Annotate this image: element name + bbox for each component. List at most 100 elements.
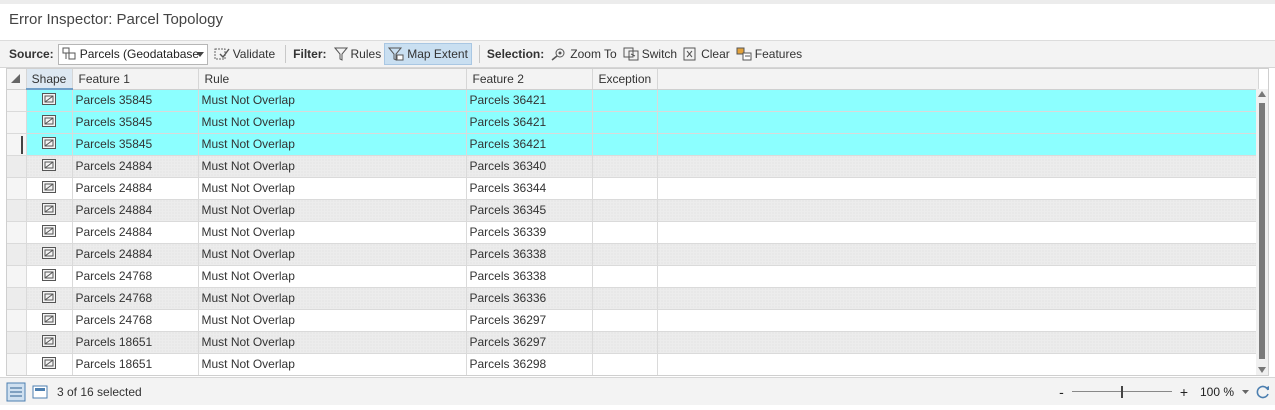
- feature-1-cell[interactable]: Parcels 24884: [72, 221, 199, 244]
- feature-1-cell[interactable]: Parcels 18651: [72, 331, 199, 354]
- column-header-feature-1[interactable]: Feature 1: [72, 69, 199, 90]
- clear-button[interactable]: Clear: [680, 43, 733, 65]
- rule-cell[interactable]: Must Not Overlap: [198, 243, 467, 266]
- table-row[interactable]: Parcels 18651 Must Not Overlap Parcels 362…: [7, 353, 1259, 375]
- feature-2-cell[interactable]: Parcels 36297: [466, 331, 593, 354]
- table-view-icon[interactable]: [6, 382, 26, 402]
- row-selector[interactable]: [7, 221, 27, 244]
- feature-1-cell[interactable]: Parcels 35845: [72, 111, 199, 134]
- table-row[interactable]: Parcels 24768 Must Not Overlap Parcels 363…: [7, 287, 1259, 310]
- column-header-feature-2[interactable]: Feature 2: [466, 69, 593, 90]
- row-selector[interactable]: [7, 155, 27, 178]
- feature-1-cell[interactable]: Parcels 24884: [72, 177, 199, 200]
- row-selector[interactable]: [7, 199, 27, 222]
- rule-cell[interactable]: Must Not Overlap: [198, 177, 467, 200]
- feature-1-cell[interactable]: Parcels 24768: [72, 309, 199, 332]
- shape-cell[interactable]: [26, 243, 73, 266]
- shape-cell[interactable]: [26, 177, 73, 200]
- rule-cell[interactable]: Must Not Overlap: [198, 89, 467, 112]
- table-row[interactable]: Parcels 24768 Must Not Overlap Parcels 362…: [7, 309, 1259, 332]
- feature-2-cell[interactable]: Parcels 36298: [466, 353, 593, 375]
- scroll-down-icon[interactable]: [1258, 367, 1266, 373]
- feature-2-cell[interactable]: Parcels 36421: [466, 111, 593, 134]
- table-row[interactable]: Parcels 35845 Must Not Overlap Parcels 364…: [7, 111, 1259, 134]
- row-selector[interactable]: [7, 177, 27, 200]
- shape-cell[interactable]: [26, 265, 73, 288]
- row-selector[interactable]: [7, 243, 27, 266]
- shape-cell[interactable]: [26, 199, 73, 222]
- feature-2-cell[interactable]: Parcels 36344: [466, 177, 593, 200]
- shape-cell[interactable]: [26, 287, 73, 310]
- table-row[interactable]: Parcels 24884 Must Not Overlap Parcels 363…: [7, 199, 1259, 222]
- rule-cell[interactable]: Must Not Overlap: [198, 309, 467, 332]
- zoom-to-button[interactable]: Zoom To: [548, 43, 619, 65]
- rules-filter-button[interactable]: Rules: [331, 43, 385, 65]
- shape-cell[interactable]: [26, 309, 73, 332]
- feature-2-cell[interactable]: Parcels 36421: [466, 133, 593, 156]
- feature-1-cell[interactable]: Parcels 35845: [72, 133, 199, 156]
- rule-cell[interactable]: Must Not Overlap: [198, 199, 467, 222]
- shape-cell[interactable]: [26, 89, 73, 112]
- table-row[interactable]: Parcels 24884 Must Not Overlap Parcels 363…: [7, 243, 1259, 266]
- exception-cell[interactable]: [592, 243, 658, 266]
- shape-cell[interactable]: [26, 111, 73, 134]
- column-header-rule[interactable]: Rule: [198, 69, 467, 90]
- row-selector[interactable]: [7, 111, 27, 134]
- rule-cell[interactable]: Must Not Overlap: [198, 331, 467, 354]
- scrollbar-thumb[interactable]: [1259, 103, 1265, 359]
- map-extent-filter-button[interactable]: Map Extent: [384, 43, 472, 65]
- rule-cell[interactable]: Must Not Overlap: [198, 111, 467, 134]
- exception-cell[interactable]: [592, 221, 658, 244]
- exception-cell[interactable]: [592, 111, 658, 134]
- shape-cell[interactable]: [26, 221, 73, 244]
- exception-cell[interactable]: [592, 89, 658, 112]
- table-row[interactable]: Parcels 24884 Must Not Overlap Parcels 363…: [7, 155, 1259, 178]
- exception-cell[interactable]: [592, 133, 658, 156]
- show-selected-icon[interactable]: [32, 385, 48, 399]
- table-row[interactable]: Parcels 35845 Must Not Overlap Parcels 364…: [7, 89, 1259, 112]
- feature-2-cell[interactable]: Parcels 36338: [466, 265, 593, 288]
- table-row[interactable]: Parcels 24884 Must Not Overlap Parcels 363…: [7, 177, 1259, 200]
- shape-cell[interactable]: [26, 331, 73, 354]
- column-header-shape[interactable]: Shape: [26, 69, 73, 90]
- row-selector[interactable]: [7, 331, 27, 354]
- exception-cell[interactable]: [592, 199, 658, 222]
- zoom-slider[interactable]: [1071, 386, 1172, 398]
- shape-cell[interactable]: [26, 353, 73, 375]
- exception-cell[interactable]: [592, 353, 658, 375]
- feature-1-cell[interactable]: Parcels 18651: [72, 353, 199, 375]
- scroll-up-icon[interactable]: [1258, 91, 1266, 97]
- rule-cell[interactable]: Must Not Overlap: [198, 353, 467, 375]
- feature-1-cell[interactable]: Parcels 24884: [72, 243, 199, 266]
- feature-2-cell[interactable]: Parcels 36345: [466, 199, 593, 222]
- exception-cell[interactable]: [592, 287, 658, 310]
- feature-2-cell[interactable]: Parcels 36297: [466, 309, 593, 332]
- rule-cell[interactable]: Must Not Overlap: [198, 287, 467, 310]
- validate-button[interactable]: Validate: [211, 43, 278, 65]
- row-selector[interactable]: [7, 287, 27, 310]
- vertical-scrollbar[interactable]: [1256, 89, 1268, 375]
- feature-1-cell[interactable]: Parcels 24884: [72, 155, 199, 178]
- feature-1-cell[interactable]: Parcels 24768: [72, 287, 199, 310]
- row-selector[interactable]: [7, 133, 27, 156]
- rule-cell[interactable]: Must Not Overlap: [198, 155, 467, 178]
- zoom-slider-handle[interactable]: [1120, 386, 1123, 398]
- table-row[interactable]: Parcels 24768 Must Not Overlap Parcels 363…: [7, 265, 1259, 288]
- refresh-icon[interactable]: [1255, 384, 1271, 400]
- exception-cell[interactable]: [592, 177, 658, 200]
- column-header-exception[interactable]: Exception: [592, 69, 658, 90]
- shape-cell[interactable]: [26, 133, 73, 156]
- zoom-out-button[interactable]: -: [1059, 384, 1064, 400]
- feature-1-cell[interactable]: Parcels 24768: [72, 265, 199, 288]
- source-dropdown[interactable]: Parcels (Geodatabase: [57, 43, 208, 65]
- row-selector[interactable]: [7, 265, 27, 288]
- feature-2-cell[interactable]: Parcels 36421: [466, 89, 593, 112]
- row-selector[interactable]: [7, 309, 27, 332]
- row-selector[interactable]: [7, 353, 27, 375]
- features-button[interactable]: Features: [733, 43, 805, 65]
- rule-cell[interactable]: Must Not Overlap: [198, 133, 467, 156]
- zoom-in-button[interactable]: +: [1180, 384, 1188, 400]
- feature-2-cell[interactable]: Parcels 36338: [466, 243, 593, 266]
- rule-cell[interactable]: Must Not Overlap: [198, 221, 467, 244]
- table-row[interactable]: Parcels 18651 Must Not Overlap Parcels 362…: [7, 331, 1259, 354]
